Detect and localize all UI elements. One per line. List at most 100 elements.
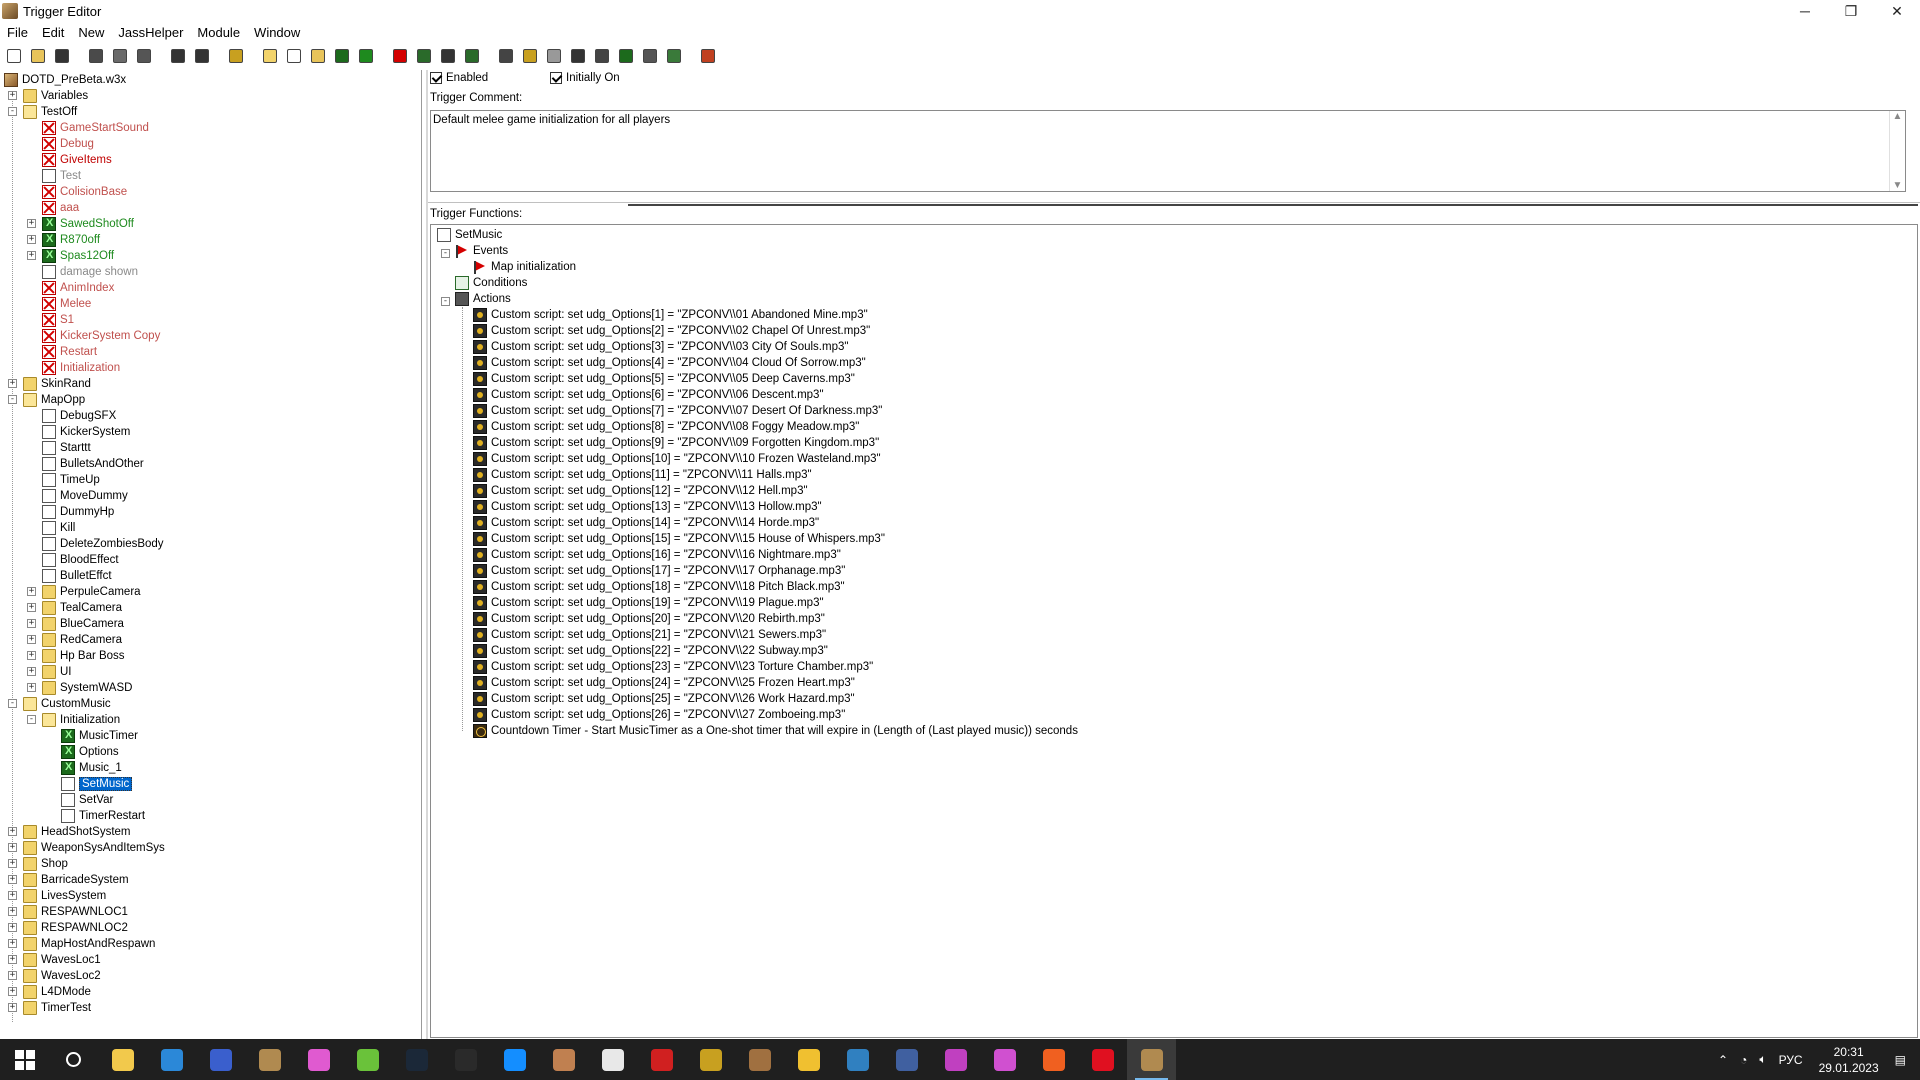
tree-item[interactable]: - CustomMusic (8, 696, 111, 712)
expand-icon[interactable]: + (8, 843, 17, 852)
event-item[interactable]: Map initialization (473, 259, 576, 275)
action-item[interactable]: Custom script: set udg_Options[19] = "ZP… (473, 595, 824, 611)
action-item[interactable]: Custom script: set udg_Options[11] = "ZP… (473, 467, 812, 483)
events-node[interactable]: Events (455, 243, 508, 259)
tree-item[interactable]: DebugSFX (42, 408, 116, 424)
notifications-icon[interactable]: ▤ (1889, 1053, 1920, 1067)
action-item[interactable]: Custom script: set udg_Options[12] = "ZP… (473, 483, 808, 499)
action-item[interactable]: Custom script: set udg_Options[23] = "ZP… (473, 659, 873, 675)
expand-icon[interactable]: + (8, 891, 17, 900)
trigger-tree[interactable]: DOTD_PreBeta.w3x + Variables - TestOff GameS… (0, 70, 422, 1039)
expand-icon[interactable]: + (8, 91, 17, 100)
expand-icon[interactable]: + (8, 987, 17, 996)
tree-item[interactable]: SetMusic (61, 776, 133, 792)
action-item[interactable]: Custom script: set udg_Options[8] = "ZPC… (473, 419, 859, 435)
tree-item[interactable]: KickerSystem Copy (42, 328, 160, 344)
ai-button[interactable] (568, 46, 588, 66)
action-item[interactable]: Custom script: set udg_Options[10] = "ZP… (473, 451, 881, 467)
action-item[interactable]: Custom script: set udg_Options[22] = "ZP… (473, 643, 828, 659)
clock[interactable]: 20:31 29.01.2023 (1809, 1044, 1889, 1076)
opera-taskbar-button[interactable] (1078, 1039, 1127, 1080)
action-item[interactable]: Custom script: set udg_Options[26] = "ZP… (473, 707, 845, 723)
tree-item[interactable]: damage shown (42, 264, 138, 280)
search-taskbar-button[interactable] (49, 1039, 98, 1080)
trigger-functions-tree[interactable]: SetMusic Events Map initialization Condi… (430, 224, 1918, 1038)
window-taskbar-button[interactable] (882, 1039, 931, 1080)
tree-item[interactable]: - TestOff (8, 104, 77, 120)
tree-item[interactable]: GameStartSound (42, 120, 149, 136)
epic-games-taskbar-button[interactable] (441, 1039, 490, 1080)
campaign-button[interactable] (592, 46, 612, 66)
tree-item[interactable]: + Spas12Off (27, 248, 114, 264)
expand-icon[interactable]: + (8, 955, 17, 964)
expand-icon[interactable]: + (27, 619, 36, 628)
action-item[interactable]: Custom script: set udg_Options[5] = "ZPC… (473, 371, 855, 387)
volume-icon[interactable]: 🔈︎ (1753, 1052, 1772, 1067)
test-map-button[interactable] (664, 46, 684, 66)
tree-item[interactable]: DummyHp (42, 504, 114, 520)
pink-app-taskbar-button[interactable] (931, 1039, 980, 1080)
tree-item[interactable]: + BlueCamera (27, 616, 124, 632)
copy-button[interactable] (110, 46, 130, 66)
expand-icon[interactable]: + (27, 667, 36, 676)
tree-item[interactable]: + Shop (8, 856, 68, 872)
sound-button[interactable] (544, 46, 564, 66)
expand-icon[interactable]: + (27, 651, 36, 660)
expand-icon[interactable]: + (27, 251, 36, 260)
expand-icon[interactable]: + (8, 875, 17, 884)
world-editor-taskbar-button[interactable] (245, 1039, 294, 1080)
action-item[interactable]: Custom script: set udg_Options[4] = "ZPC… (473, 355, 866, 371)
object-button[interactable] (520, 46, 540, 66)
tree-item[interactable]: Kill (42, 520, 75, 536)
conditions-node[interactable]: Conditions (455, 275, 527, 291)
expand-icon[interactable]: + (27, 219, 36, 228)
tree-item[interactable]: + SkinRand (8, 376, 91, 392)
actions-node[interactable]: Actions (455, 291, 511, 307)
language-indicator[interactable]: РУС (1773, 1053, 1809, 1067)
steam-taskbar-button[interactable] (392, 1039, 441, 1080)
open-button[interactable] (28, 46, 48, 66)
action-item[interactable]: Custom script: set udg_Options[20] = "ZP… (473, 611, 825, 627)
tree-item[interactable]: - MapOpp (8, 392, 85, 408)
new-category-button[interactable] (260, 46, 280, 66)
tree-item[interactable]: + MapHostAndRespawn (8, 936, 155, 952)
condition-button[interactable] (414, 46, 434, 66)
close-button[interactable]: ✕ (1874, 0, 1920, 22)
expand-icon[interactable]: + (8, 859, 17, 868)
tree-item[interactable]: Restart (42, 344, 97, 360)
tree-item[interactable]: + HeadShotSystem (8, 824, 131, 840)
enabled-checkbox[interactable]: Enabled (430, 72, 488, 84)
jass-button[interactable] (356, 46, 376, 66)
import-button[interactable] (616, 46, 636, 66)
menu-file[interactable]: File (0, 25, 35, 40)
tree-item[interactable]: KickerSystem (42, 424, 130, 440)
action-item[interactable]: Custom script: set udg_Options[13] = "ZP… (473, 499, 822, 515)
expand-icon[interactable]: + (27, 683, 36, 692)
tree-item[interactable]: BloodEffect (42, 552, 119, 568)
menu-window[interactable]: Window (247, 25, 307, 40)
collapse-icon[interactable]: - (8, 699, 17, 708)
menu-edit[interactable]: Edit (35, 25, 71, 40)
tree-item[interactable]: MusicTimer (61, 728, 138, 744)
expand-icon[interactable]: + (27, 587, 36, 596)
trigger-editor-taskbar-button[interactable] (1127, 1039, 1176, 1080)
terrain-button[interactable] (496, 46, 516, 66)
tree-item[interactable]: + R870off (27, 232, 100, 248)
action-item[interactable]: Custom script: set udg_Options[2] = "ZPC… (473, 323, 870, 339)
utorrent-taskbar-button[interactable] (343, 1039, 392, 1080)
game-red-taskbar-button[interactable] (637, 1039, 686, 1080)
palette-taskbar-button[interactable] (784, 1039, 833, 1080)
action-item[interactable]: Custom script: set udg_Options[1] = "ZPC… (473, 307, 868, 323)
scroll-up-icon[interactable]: ▲ (1893, 111, 1903, 122)
box-taskbar-button[interactable] (588, 1039, 637, 1080)
tree-item[interactable]: Test (42, 168, 81, 184)
tree-item[interactable]: + SawedShotOff (27, 216, 134, 232)
tree-item[interactable]: BulletEffct (42, 568, 112, 584)
collapse-icon[interactable]: - (441, 297, 450, 306)
menu-new[interactable]: New (71, 25, 111, 40)
tree-item[interactable]: BulletsAndOther (42, 456, 144, 472)
action-item[interactable]: Custom script: set udg_Options[25] = "ZP… (473, 691, 855, 707)
delete-button[interactable] (226, 46, 246, 66)
mail-taskbar-button[interactable] (147, 1039, 196, 1080)
tree-item[interactable]: + WeaponSysAndItemSys (8, 840, 165, 856)
